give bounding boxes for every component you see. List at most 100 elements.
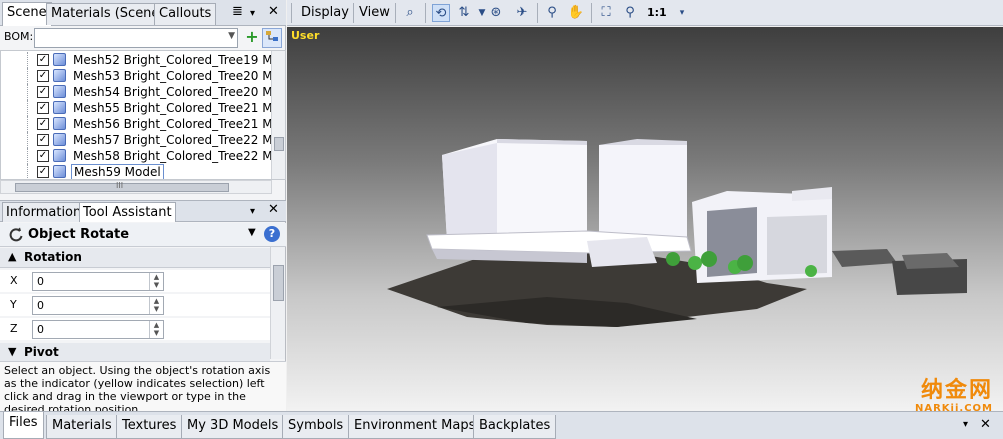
panel-close-icon[interactable]: ✕ [980, 417, 991, 432]
panel-pin-icon[interactable]: ▾ [250, 204, 255, 220]
rotation-y-input[interactable]: 0 ▲ ▼ [32, 296, 164, 315]
visibility-checkbox[interactable]: ✓ [37, 102, 49, 114]
zoom-region-icon[interactable]: ⚲ [621, 4, 639, 22]
panel-pin-icon[interactable]: ▾ [963, 419, 968, 430]
tree-item[interactable]: ✓ Mesh54 Bright_Colored_Tree20 M [1, 84, 273, 100]
visibility-checkbox[interactable]: ✓ [37, 150, 49, 162]
fly-icon[interactable]: ✈ [513, 4, 531, 22]
watermark-text: 纳金网 [920, 378, 993, 403]
scroll-thumb[interactable] [273, 265, 284, 301]
building-model [387, 139, 967, 327]
tree-item[interactable]: ✓ Mesh56 Bright_Colored_Tree21 M [1, 116, 273, 132]
tree-horizontal-scrollbar[interactable]: III [0, 180, 272, 194]
tool-header: Object Rotate ▼ ? [0, 223, 286, 247]
scroll-thumb[interactable] [274, 137, 284, 151]
visibility-checkbox[interactable]: ✓ [37, 86, 49, 98]
tree-item-selected[interactable]: ✓ Mesh59 Model [1, 164, 271, 179]
tab-files[interactable]: Files [3, 412, 44, 439]
panel-menu-icon[interactable]: ≣ [232, 4, 243, 20]
rotate-icon [9, 227, 23, 242]
visibility-checkbox[interactable]: ✓ [37, 166, 49, 178]
tree-item[interactable]: ✓ Mesh52 Bright_Colored_Tree19 M [1, 52, 273, 68]
display-menu[interactable]: Display [301, 5, 349, 20]
tab-callouts[interactable]: Callouts [154, 3, 217, 25]
actual-size-button[interactable]: 1:1 [647, 6, 667, 19]
tree-model [688, 256, 702, 270]
tab-scene[interactable]: Scene [2, 2, 52, 26]
tree-item[interactable]: ✓ Mesh58 Bright_Colored_Tree22 M [1, 148, 273, 164]
visibility-checkbox[interactable]: ✓ [37, 118, 49, 130]
move-icon[interactable]: ⇅ [455, 4, 473, 22]
panel-close-icon[interactable]: ✕ [268, 4, 279, 20]
view-menu[interactable]: View [359, 5, 390, 20]
spinner-arrows-icon[interactable]: ▲ ▼ [149, 321, 163, 338]
mesh-icon [53, 85, 66, 98]
tree-model [737, 255, 753, 271]
rotation-x-input[interactable]: 0 ▲ ▼ [32, 272, 164, 291]
pivot-section-header[interactable]: ▼ Pivot [0, 343, 270, 363]
add-bom-button[interactable]: + [242, 28, 262, 48]
chevron-down-icon: ▼ [8, 345, 17, 358]
tree-item[interactable]: ✓ Mesh53 Bright_Colored_Tree20 M [1, 68, 273, 84]
scene-tabbar: Scene Materials (Scene) Callouts ≣ ▾ ✕ [0, 0, 286, 26]
bom-settings-button[interactable] [262, 28, 282, 48]
tree-item[interactable]: ✓ Mesh55 Bright_Colored_Tree21 M [1, 100, 273, 116]
right-roof-structure [792, 187, 832, 201]
spinner-arrows-icon[interactable]: ▲ ▼ [149, 297, 163, 314]
chevron-down-icon: ▼ [228, 31, 235, 41]
toolbar-overflow-icon[interactable]: ▾ [673, 4, 691, 22]
bom-icon [266, 31, 278, 41]
bom-select[interactable]: ▼ [34, 28, 238, 48]
library-tabbar: Files Materials Textures My 3D Models Sy… [0, 411, 1003, 439]
orbit-icon[interactable]: ⊛ [487, 4, 505, 22]
panel-close-icon[interactable]: ✕ [268, 202, 279, 218]
rotate-view-icon[interactable]: ⟲ [432, 4, 450, 22]
tab-my-3d-models[interactable]: My 3D Models [181, 415, 285, 439]
section-title: Pivot [24, 345, 59, 359]
mesh-icon [53, 149, 66, 162]
tab-textures[interactable]: Textures [116, 415, 183, 439]
tree-connector [27, 100, 28, 116]
zoom-fit-icon[interactable]: ⌕ [401, 4, 419, 22]
toolbar-separator [591, 3, 592, 23]
tree-item-label: Mesh59 Model [71, 164, 164, 179]
mesh-icon [53, 117, 66, 130]
visibility-checkbox[interactable]: ✓ [37, 54, 49, 66]
tool-dropdown-icon[interactable]: ▼ [248, 227, 256, 238]
rotation-z-input[interactable]: 0 ▲ ▼ [32, 320, 164, 339]
tab-symbols[interactable]: Symbols [282, 415, 350, 439]
mesh-icon [53, 69, 66, 82]
tab-tool-assistant[interactable]: Tool Assistant [79, 202, 176, 222]
panel-pin-icon[interactable]: ▾ [250, 6, 255, 22]
frame-all-icon[interactable]: ⛶ [597, 4, 615, 22]
help-icon[interactable]: ? [264, 226, 280, 242]
tree-connector [27, 164, 28, 179]
bom-label: BOM: [4, 30, 34, 43]
section-title: Rotation [24, 250, 82, 264]
mesh-icon [53, 165, 66, 178]
zoom-icon[interactable]: ⚲ [543, 4, 561, 22]
pan-hand-icon[interactable]: ✋ [567, 4, 585, 22]
rotation-z-row: Z 0 ▲ ▼ [0, 318, 270, 340]
tab-materials-scene[interactable]: Materials (Scene) [46, 3, 170, 25]
viewport-toolbar: Display View ⌕ ⟲ ⇅ ▼ ⊛ ✈ ⚲ ✋ ⛶ ⚲ 1:1 ▾ [287, 0, 1003, 26]
tab-backplates[interactable]: Backplates [473, 415, 557, 439]
rotation-section-header[interactable]: ▲ Rotation [0, 248, 270, 268]
toolbar-separator [395, 3, 396, 23]
scroll-thumb[interactable]: III [15, 181, 229, 192]
tab-information[interactable]: Information [2, 202, 86, 222]
bom-row: BOM: ▼ + [0, 26, 286, 50]
3d-viewport[interactable]: User 纳金网 NARKii.COM [287, 27, 1003, 411]
right-side-wall [767, 215, 827, 275]
tool-vertical-scrollbar[interactable] [270, 247, 285, 359]
tab-environment-maps[interactable]: Environment Maps [348, 415, 482, 439]
tree-item[interactable]: ✓ Mesh57 Bright_Colored_Tree22 M [1, 132, 273, 148]
visibility-checkbox[interactable]: ✓ [37, 134, 49, 146]
tab-materials[interactable]: Materials [46, 415, 118, 439]
tree-connector [27, 84, 28, 100]
visibility-checkbox[interactable]: ✓ [37, 70, 49, 82]
spinner-arrows-icon[interactable]: ▲ ▼ [149, 273, 163, 290]
help-text: Select an object. Using the object's rot… [0, 361, 286, 416]
tree-vertical-scrollbar[interactable] [271, 51, 285, 179]
tree-model [701, 251, 717, 267]
